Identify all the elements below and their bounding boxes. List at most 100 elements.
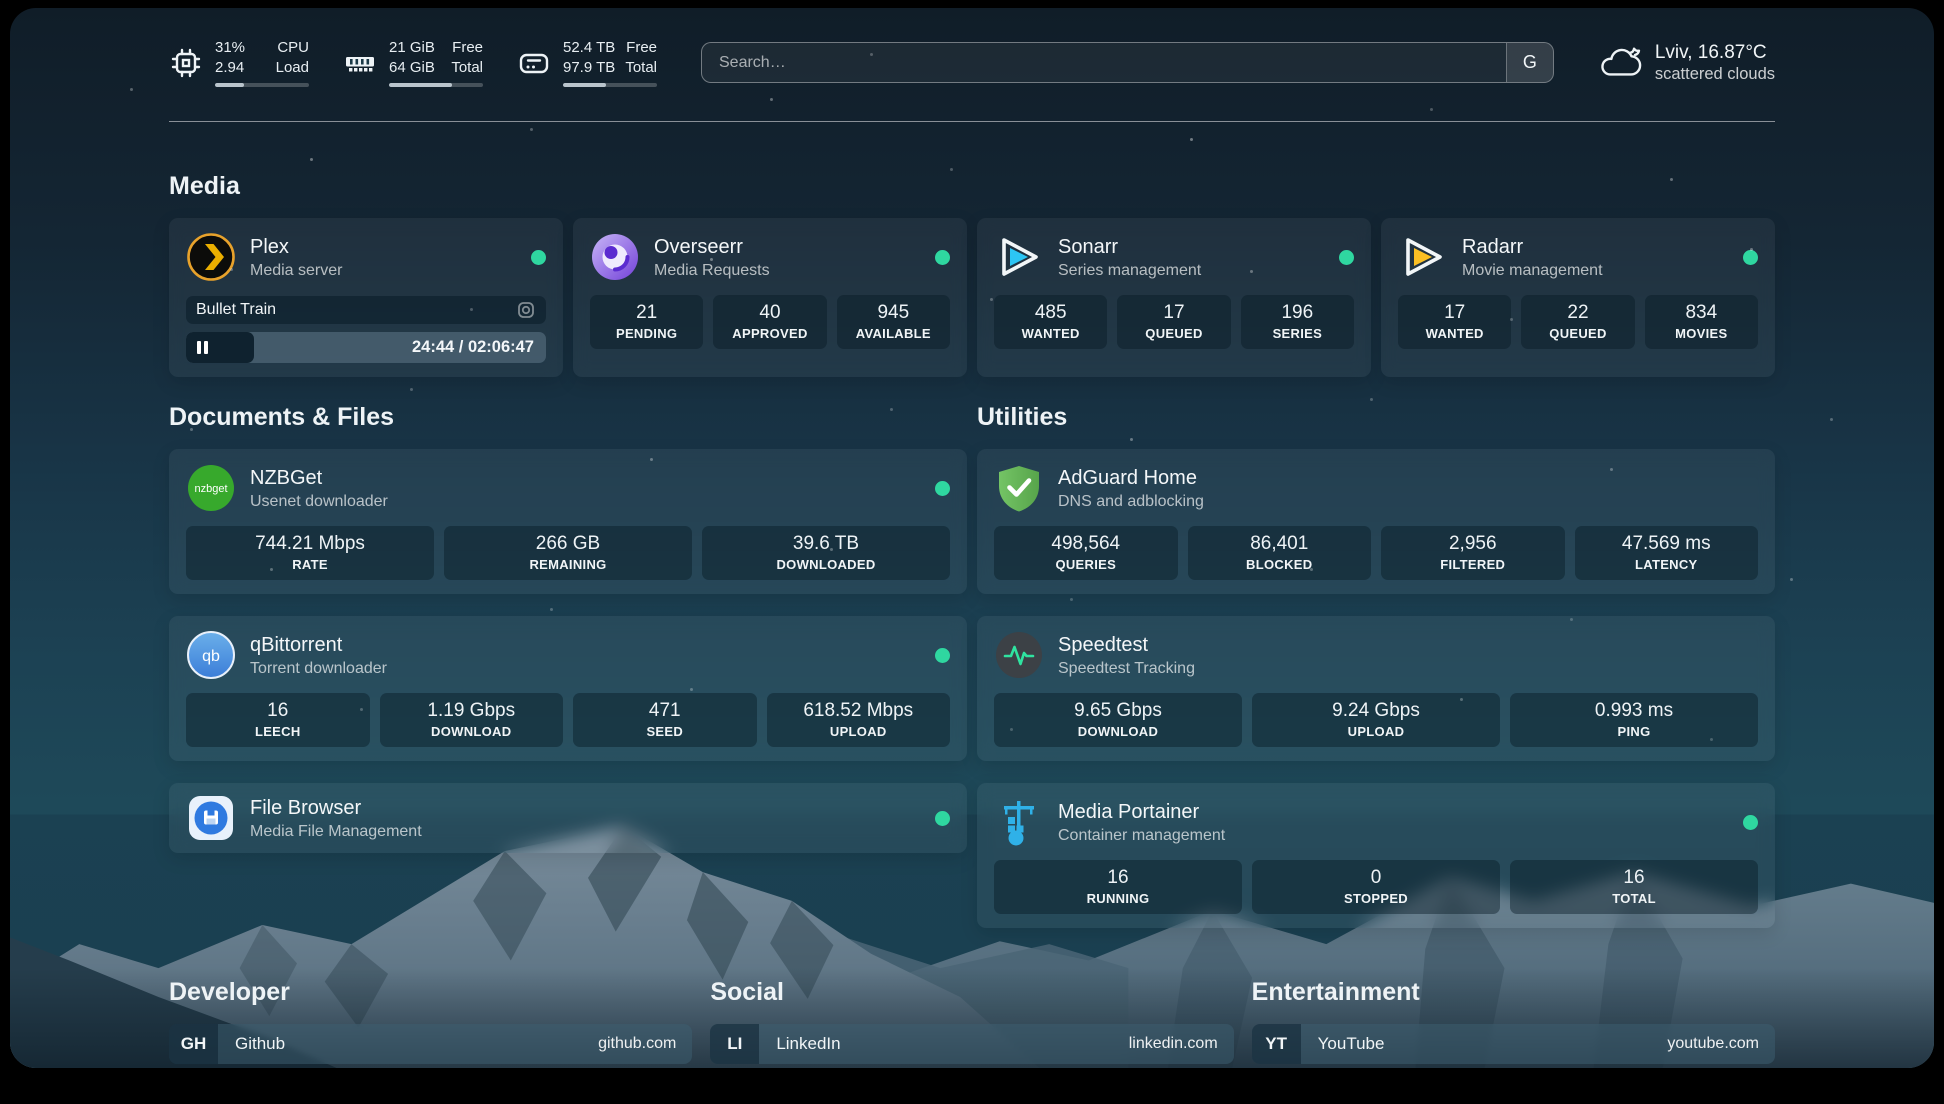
section-title-developer: Developer xyxy=(169,978,692,1007)
stat-download: 1.19 GbpsDOWNLOAD xyxy=(380,693,564,747)
weather-condition: scattered clouds xyxy=(1655,65,1775,84)
bookmark-youtube[interactable]: YT YouTube youtube.com xyxy=(1252,1024,1775,1064)
bookmark-url: linkedin.com xyxy=(1129,1035,1234,1053)
cpu-load-value: 2.94 xyxy=(215,58,244,78)
section-title-media: Media xyxy=(169,172,1775,201)
service-card-plex[interactable]: Plex Media server Bullet Train xyxy=(169,218,563,377)
cast-icon xyxy=(516,300,536,320)
service-name: Overseerr xyxy=(654,235,770,259)
stat-upload: 9.24 GbpsUPLOAD xyxy=(1252,693,1500,747)
status-online-dot xyxy=(935,250,950,265)
service-name: AdGuard Home xyxy=(1058,466,1204,490)
stat-running: 16RUNNING xyxy=(994,860,1242,914)
stat-rate: 744.21 MbpsRATE xyxy=(186,526,434,580)
stat-stopped: 0STOPPED xyxy=(1252,860,1500,914)
stat-queued: 22QUEUED xyxy=(1521,295,1634,349)
service-name: Speedtest xyxy=(1058,633,1195,657)
weather-widget: Lviv, 16.87°C scattered clouds xyxy=(1598,41,1775,84)
service-description: Media Requests xyxy=(654,262,770,280)
cpu-icon xyxy=(169,46,203,80)
cpu-label-1: CPU xyxy=(277,38,309,58)
bookmarks-area: Developer GH Github github.com SO StackO… xyxy=(169,978,1775,1068)
service-card-overseerr[interactable]: Overseerr Media Requests 21PENDING 40APP… xyxy=(573,218,967,377)
service-card-sonarr[interactable]: Sonarr Series management 485WANTED 17QUE… xyxy=(977,218,1371,377)
stat-series: 196SERIES xyxy=(1241,295,1354,349)
service-description: DNS and adblocking xyxy=(1058,493,1204,511)
plex-icon xyxy=(186,232,236,282)
service-card-speedtest[interactable]: Speedtest Speedtest Tracking 9.65 GbpsDO… xyxy=(977,616,1775,761)
search-bar: G xyxy=(701,42,1554,83)
bookmark-abbr: GH xyxy=(169,1024,218,1064)
status-online-dot xyxy=(935,481,950,496)
status-online-dot xyxy=(935,648,950,663)
section-title-social: Social xyxy=(710,978,1233,1007)
service-description: Container management xyxy=(1058,827,1225,845)
search-provider-button[interactable]: G xyxy=(1506,43,1553,82)
svg-text:nzbget: nzbget xyxy=(194,483,227,495)
bookmark-github[interactable]: GH Github github.com xyxy=(169,1024,692,1064)
service-card-portainer[interactable]: Media Portainer Container management 16R… xyxy=(977,783,1775,928)
disk-free-value: 52.4 TB xyxy=(563,38,615,58)
service-name: Plex xyxy=(250,235,342,259)
bookmark-group-entertainment: Entertainment YT YouTube youtube.com NF … xyxy=(1252,978,1775,1068)
filebrowser-icon xyxy=(186,793,236,843)
service-name: qBittorrent xyxy=(250,633,387,657)
service-card-filebrowser[interactable]: File Browser Media File Management xyxy=(169,783,967,853)
search-input[interactable] xyxy=(702,43,1506,82)
sonarr-icon xyxy=(994,232,1044,282)
stat-downloaded: 39.6 TBDOWNLOADED xyxy=(702,526,950,580)
bookmark-url: github.com xyxy=(598,1035,692,1053)
speedtest-icon xyxy=(994,630,1044,680)
stat-upload: 618.52 MbpsUPLOAD xyxy=(767,693,951,747)
bookmark-abbr: YT xyxy=(1252,1024,1301,1064)
section-title-entertainment: Entertainment xyxy=(1252,978,1775,1007)
service-description: Speedtest Tracking xyxy=(1058,660,1195,678)
service-description: Series management xyxy=(1058,262,1201,280)
status-online-dot xyxy=(531,250,546,265)
service-description: Movie management xyxy=(1462,262,1603,280)
service-card-qbittorrent[interactable]: qb qBittorrent Torrent downloader 16LEEC… xyxy=(169,616,967,761)
qbittorrent-icon: qb xyxy=(186,630,236,680)
service-name: Radarr xyxy=(1462,235,1603,259)
overseerr-icon xyxy=(590,232,640,282)
weather-location-temp: Lviv, 16.87°C xyxy=(1655,41,1775,65)
memory-total-value: 64 GiB xyxy=(389,58,435,78)
disk-widget: 52.4 TBFree 97.9 TBTotal xyxy=(517,38,657,87)
memory-progress-bar xyxy=(389,83,483,88)
nzbget-icon: nzbget xyxy=(186,463,236,513)
cpu-usage-value: 31% xyxy=(215,38,245,58)
playback-progress-row: 24:44 / 02:06:47 xyxy=(186,332,546,363)
now-playing-row: Bullet Train xyxy=(186,296,546,324)
stat-leech: 16LEECH xyxy=(186,693,370,747)
memory-icon xyxy=(343,46,377,80)
service-description: Usenet downloader xyxy=(250,493,388,511)
service-card-adguard[interactable]: AdGuard Home DNS and adblocking 498,564Q… xyxy=(977,449,1775,594)
bookmark-group-social: Social LI LinkedIn linkedin.com TW Twitt… xyxy=(710,978,1233,1068)
stat-wanted: 485WANTED xyxy=(994,295,1107,349)
service-card-radarr[interactable]: Radarr Movie management 17WANTED 22QUEUE… xyxy=(1381,218,1775,377)
bookmark-label: YouTube xyxy=(1301,1034,1385,1054)
pause-button[interactable] xyxy=(186,332,254,363)
bookmark-abbr: LI xyxy=(710,1024,759,1064)
service-name: File Browser xyxy=(250,796,422,820)
disk-icon xyxy=(517,46,551,80)
service-card-nzbget[interactable]: nzbget NZBGet Usenet downloader 744.21 M… xyxy=(169,449,967,594)
stat-total: 16TOTAL xyxy=(1510,860,1758,914)
cpu-progress-bar xyxy=(215,83,309,88)
memory-widget: 21 GiBFree 64 GiBTotal xyxy=(343,38,483,87)
disk-progress-bar xyxy=(563,83,657,88)
bookmark-linkedin[interactable]: LI LinkedIn linkedin.com xyxy=(710,1024,1233,1064)
stat-blocked: 86,401BLOCKED xyxy=(1188,526,1372,580)
cloud-icon xyxy=(1598,44,1642,81)
portainer-icon xyxy=(994,797,1044,847)
memory-label-1: Free xyxy=(452,38,483,58)
cpu-widget: 31%CPU 2.94Load xyxy=(169,38,309,87)
bookmark-url: youtube.com xyxy=(1667,1035,1775,1053)
memory-free-value: 21 GiB xyxy=(389,38,435,58)
stat-movies: 834MOVIES xyxy=(1645,295,1758,349)
section-title-utilities: Utilities xyxy=(977,403,1775,432)
disk-label-2: Total xyxy=(625,58,657,78)
adguard-icon xyxy=(994,463,1044,513)
stat-approved: 40APPROVED xyxy=(713,295,826,349)
now-playing-title: Bullet Train xyxy=(196,301,516,319)
